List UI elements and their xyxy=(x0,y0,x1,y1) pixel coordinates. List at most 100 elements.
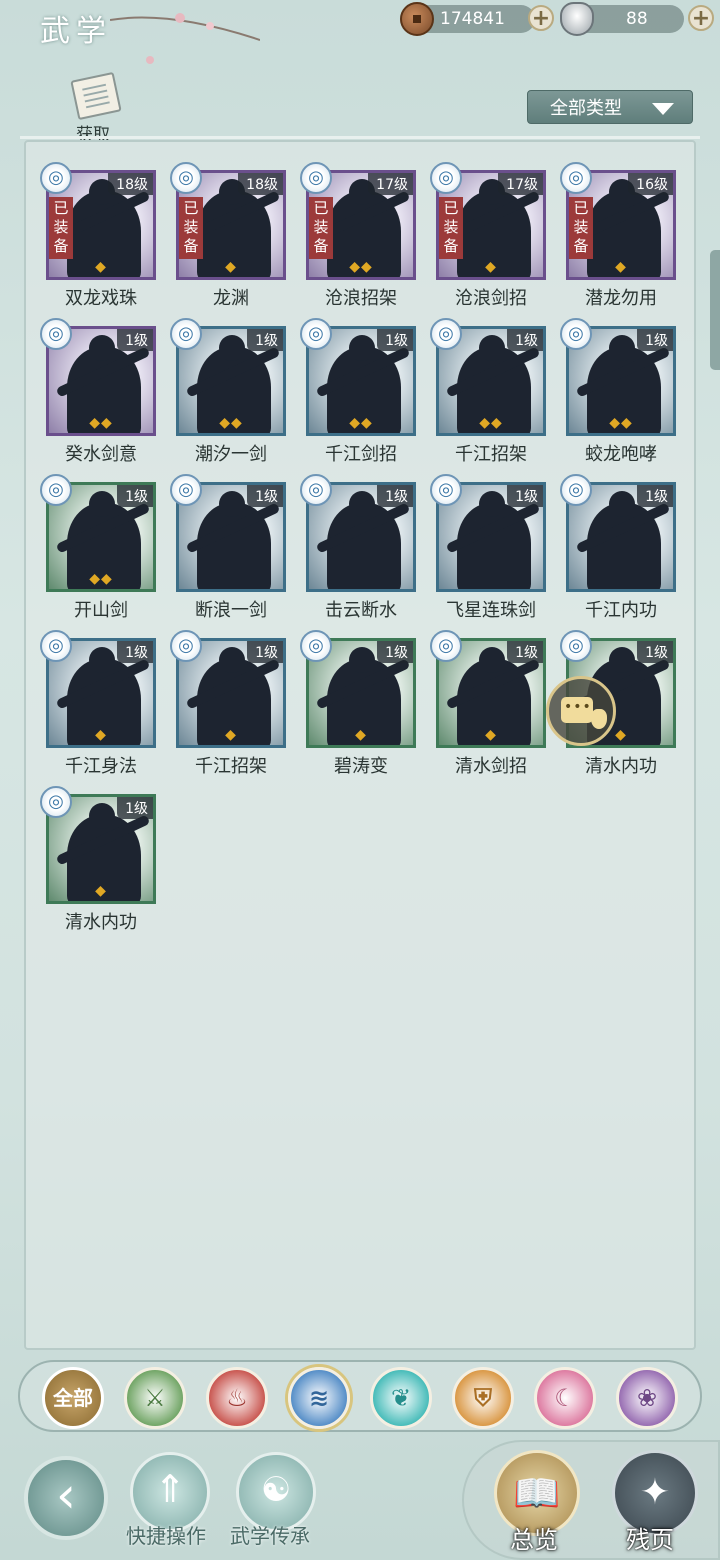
skill-level: 17级 xyxy=(368,173,413,195)
category-rose-icon[interactable]: ❀ xyxy=(616,1367,678,1429)
equipped-badge: 已装备 xyxy=(439,197,463,259)
skill-level: 1级 xyxy=(117,329,153,351)
skill-card[interactable]: 16级 已装备 ◆ ◎ 潜龙勿用 xyxy=(560,162,678,309)
wave-school-icon: ◎ xyxy=(560,318,592,350)
rank-flame-icon: ◆◆ xyxy=(609,415,633,431)
skill-card[interactable]: 1级 ◆ ◎ 千江身法 xyxy=(40,630,158,777)
equipped-badge: 已装备 xyxy=(49,197,73,259)
wave-school-icon: ◎ xyxy=(170,474,202,506)
butterfly-icon: ❦ xyxy=(390,1384,412,1412)
top-bar: 武学 174841 + 88 + xyxy=(0,0,720,64)
warrior-silhouette-icon xyxy=(587,491,661,589)
skill-name: 千江内功 xyxy=(585,600,657,621)
skill-card[interactable]: 18级 已装备 ◆ ◎ 龙渊 xyxy=(170,162,288,309)
rank-flame-icon: ◆ xyxy=(95,259,107,275)
skill-level: 1级 xyxy=(507,641,543,663)
skill-card[interactable]: 1级 ◆◆ ◎ 蛟龙咆哮 xyxy=(560,318,678,465)
skill-name: 潜龙勿用 xyxy=(585,288,657,309)
skill-name: 癸水剑意 xyxy=(65,444,137,465)
skill-level: 1级 xyxy=(247,641,283,663)
category-butterfly-icon[interactable]: ❦ xyxy=(370,1367,432,1429)
skill-name: 断浪一剑 xyxy=(195,600,267,621)
copper-currency: 174841 + xyxy=(400,2,554,36)
side-handle[interactable] xyxy=(710,250,720,370)
chevron-down-icon xyxy=(652,103,674,115)
rank-flame-icon: ◆◆ xyxy=(89,571,113,587)
skill-card[interactable]: 1级 ◆ ◎ 清水内功 xyxy=(40,786,158,933)
rank-flame-icon: ◆ xyxy=(225,259,237,275)
warrior-silhouette-icon xyxy=(197,491,271,589)
wave-school-icon: ◎ xyxy=(40,162,72,194)
quick-action-label: 快捷操作 xyxy=(126,1524,206,1548)
skill-level: 16级 xyxy=(628,173,673,195)
skill-name: 千江招架 xyxy=(195,756,267,777)
category-bar: 全部 ⚔ ♨ ≋ ❦ ⛨ ☾ ❀ xyxy=(18,1360,702,1432)
flame-icon: ♨ xyxy=(226,1384,248,1412)
skill-level: 1级 xyxy=(507,485,543,507)
wave-school-icon: ◎ xyxy=(430,318,462,350)
back-button[interactable]: ‹ xyxy=(24,1456,108,1540)
wave-icon: ≋ xyxy=(308,1384,330,1412)
skill-card[interactable]: 1级 ◆◆ ◎ 开山剑 xyxy=(40,474,158,621)
skill-level: 1级 xyxy=(637,329,673,351)
category-sword-green-icon[interactable]: ⚔ xyxy=(124,1367,186,1429)
skill-name: 开山剑 xyxy=(74,600,128,621)
skill-level: 1级 xyxy=(507,329,543,351)
wave-school-icon: ◎ xyxy=(300,474,332,506)
category-wave-icon[interactable]: ≋ xyxy=(288,1367,350,1429)
category-shield-icon[interactable]: ⛨ xyxy=(452,1367,514,1429)
rank-flame-icon: ◆ xyxy=(615,259,627,275)
add-silver-button[interactable]: + xyxy=(688,5,714,31)
skill-card[interactable]: 1级 ◆◆ ◎ 癸水剑意 xyxy=(40,318,158,465)
skill-card[interactable]: 1级 ◆◆ ◎ 千江剑招 xyxy=(300,318,418,465)
skill-card[interactable]: 17级 已装备 ◆ ◎ 沧浪剑招 xyxy=(430,162,548,309)
skill-card[interactable]: 1级 ◆◆ ◎ 潮汐一剑 xyxy=(170,318,288,465)
skill-level: 1级 xyxy=(637,641,673,663)
crescent-icon: ☾ xyxy=(554,1384,576,1412)
sword-green-icon: ⚔ xyxy=(144,1384,166,1412)
skill-name: 潮汐一剑 xyxy=(195,444,267,465)
type-filter-dropdown[interactable]: 全部类型 xyxy=(527,90,693,124)
skill-card[interactable]: 1级 ◎ 飞星连珠剑 xyxy=(430,474,548,621)
wave-school-icon: ◎ xyxy=(170,630,202,662)
skill-card[interactable]: 17级 已装备 ◆◆ ◎ 沧浪招架 xyxy=(300,162,418,309)
skill-name: 沧浪招架 xyxy=(325,288,397,309)
skill-level: 1级 xyxy=(117,797,153,819)
warrior-silhouette-icon xyxy=(327,491,401,589)
rank-flame-icon: ◆ xyxy=(355,727,367,743)
rank-flame-icon: ◆◆ xyxy=(349,415,373,431)
skill-level: 1级 xyxy=(377,641,413,663)
skill-name: 蛟龙咆哮 xyxy=(585,444,657,465)
chat-float-button[interactable] xyxy=(546,676,616,746)
wave-school-icon: ◎ xyxy=(560,630,592,662)
skill-card[interactable]: 1级 ◆ ◎ 清水剑招 xyxy=(430,630,548,777)
skill-level: 1级 xyxy=(637,485,673,507)
acquire-button[interactable]: 获取 xyxy=(66,71,126,145)
skill-card[interactable]: 1级 ◆ ◎ 碧涛变 xyxy=(300,630,418,777)
add-copper-button[interactable]: + xyxy=(528,5,554,31)
wave-school-icon: ◎ xyxy=(40,786,72,818)
skill-card[interactable]: 1级 ◆ ◎ 千江招架 xyxy=(170,630,288,777)
page-title: 武学 xyxy=(40,14,112,49)
warrior-silhouette-icon xyxy=(457,491,531,589)
wave-school-icon: ◎ xyxy=(40,474,72,506)
skill-card[interactable]: 1级 ◆◆ ◎ 千江招架 xyxy=(430,318,548,465)
skill-name: 清水剑招 xyxy=(455,756,527,777)
skill-level: 1级 xyxy=(247,329,283,351)
overview-label: 总览 xyxy=(510,1526,558,1554)
skill-name: 沧浪剑招 xyxy=(455,288,527,309)
skill-card[interactable]: 1级 ◎ 千江内功 xyxy=(560,474,678,621)
rank-flame-icon: ◆◆ xyxy=(219,415,243,431)
category-crescent-icon[interactable]: ☾ xyxy=(534,1367,596,1429)
skill-card[interactable]: 1级 ◎ 断浪一剑 xyxy=(170,474,288,621)
silver-currency: 88 + xyxy=(560,2,714,36)
skill-card[interactable]: 18级 已装备 ◆ ◎ 双龙戏珠 xyxy=(40,162,158,309)
wave-school-icon: ◎ xyxy=(430,474,462,506)
skill-name: 碧涛变 xyxy=(334,756,388,777)
category-all-icon[interactable]: 全部 xyxy=(42,1367,104,1429)
rank-flame-icon: ◆◆ xyxy=(349,259,373,275)
skill-card[interactable]: 1级 ◎ 击云断水 xyxy=(300,474,418,621)
wave-school-icon: ◎ xyxy=(560,474,592,506)
wave-school-icon: ◎ xyxy=(300,630,332,662)
category-flame-icon[interactable]: ♨ xyxy=(206,1367,268,1429)
